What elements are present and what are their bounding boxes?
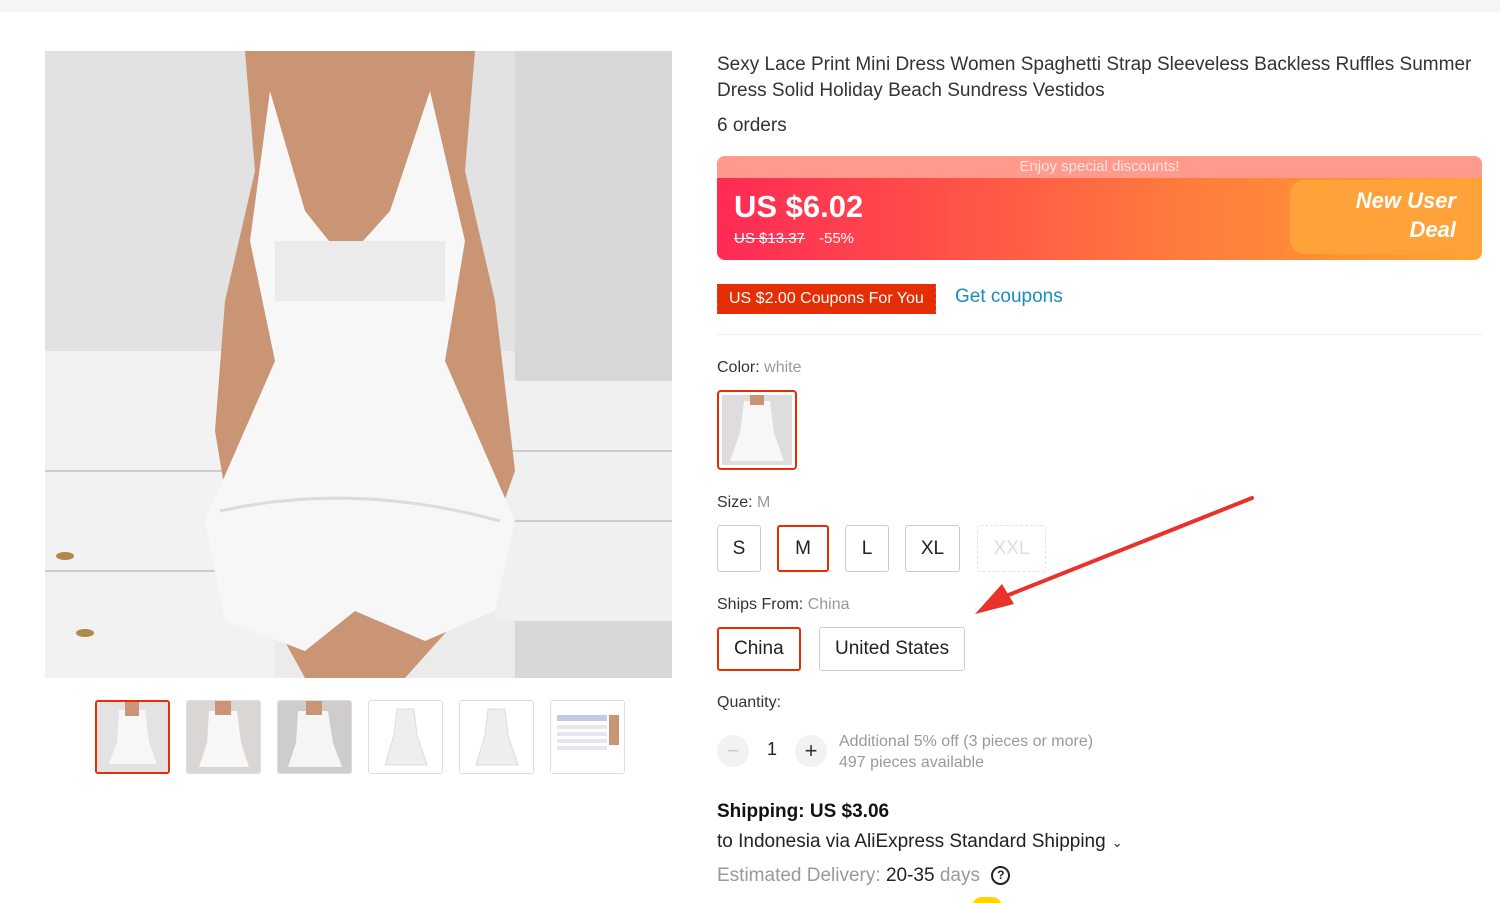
size-label: Size: M <box>717 494 770 512</box>
top-bar <box>0 0 1500 12</box>
color-swatch-white[interactable] <box>717 390 797 470</box>
ships-from-china[interactable]: China <box>717 627 801 671</box>
thumbnail-strip <box>95 700 625 774</box>
floating-badge <box>972 897 1002 903</box>
ships-from-value: China <box>807 596 850 613</box>
ships-from-united-states[interactable]: United States <box>819 627 966 671</box>
thumbnail-5[interactable] <box>459 700 534 774</box>
thumbnail-3[interactable] <box>277 700 352 774</box>
size-option-xxl[interactable]: XXL <box>977 525 1046 572</box>
size-label-text: Size: <box>717 494 753 511</box>
quantity-value[interactable]: 1 <box>767 739 777 760</box>
size-option-m[interactable]: M <box>777 525 829 572</box>
price-banner: Enjoy special discounts! US $6.02 US $13… <box>717 156 1482 260</box>
main-product-image[interactable] <box>45 51 672 678</box>
orders-count: 6 orders <box>717 115 787 136</box>
estimated-delivery-label: Estimated Delivery: <box>717 865 881 886</box>
ships-from-label-text: Ships From: <box>717 596 804 613</box>
estimated-delivery-days: 20-35 <box>885 865 935 886</box>
color-label-text: Color: <box>717 359 760 376</box>
coupon-tag[interactable]: US $2.00 Coupons For You <box>715 284 936 314</box>
quantity-label: Quantity: <box>717 694 782 711</box>
quantity-info: Additional 5% off (3 pieces or more) 497… <box>839 731 1093 773</box>
shipping-destination-text: to Indonesia via AliExpress Standard Shi… <box>717 831 1106 852</box>
quantity-plus-button[interactable]: + <box>795 735 827 767</box>
swatch-image <box>722 395 792 465</box>
original-price: US $13.37 <box>734 230 805 247</box>
days-word: days <box>939 865 980 886</box>
size-option-s[interactable]: S <box>717 525 761 572</box>
thumbnail-4[interactable] <box>368 700 443 774</box>
thumbnail-2[interactable] <box>186 700 261 774</box>
thumbnail-size-chart[interactable] <box>550 700 625 774</box>
help-icon[interactable]: ? <box>991 866 1011 885</box>
size-option-l[interactable]: L <box>845 525 889 572</box>
shipping-destination-selector[interactable]: to Indonesia via AliExpress Standard Shi… <box>717 831 1123 853</box>
discount-percent: -55% <box>819 230 855 247</box>
promo-text: Enjoy special discounts! <box>1019 158 1180 175</box>
get-coupons-link[interactable]: Get coupons <box>955 286 1063 308</box>
thumbnail-1[interactable] <box>95 700 170 774</box>
quantity-minus-button[interactable]: − <box>717 735 749 767</box>
current-price: US $6.02 <box>734 189 864 224</box>
shipping-price: Shipping: US $3.06 <box>717 801 890 822</box>
pieces-available-text: 497 pieces available <box>839 754 984 771</box>
additional-discount-text: Additional 5% off (3 pieces or more) <box>839 733 1094 750</box>
size-option-xl[interactable]: XL <box>905 525 960 572</box>
divider <box>717 334 1482 335</box>
product-title: Sexy Lace Print Mini Dress Women Spaghet… <box>717 54 1472 101</box>
color-label: Color: white <box>717 359 802 377</box>
new-user-deal-text: New User Deal <box>1355 188 1456 242</box>
size-value: M <box>757 494 771 511</box>
chevron-down-icon: ⌄ <box>1111 835 1123 850</box>
estimated-delivery: Estimated Delivery: 20-35 days ? <box>717 865 1011 887</box>
color-value: white <box>764 359 802 376</box>
ships-from-label: Ships From: China <box>717 596 850 614</box>
